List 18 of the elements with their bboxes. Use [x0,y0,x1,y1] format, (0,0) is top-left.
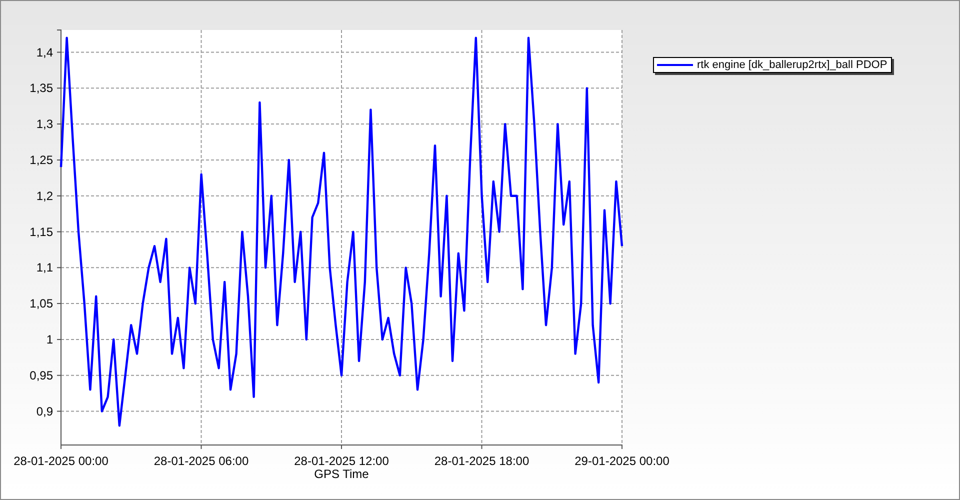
y-tick-label: 0,9 [36,404,53,418]
y-tick-label: 1,1 [36,260,53,275]
y-tick-label: 1,15 [30,224,53,239]
y-tick-label: 0,95 [30,368,53,382]
x-tick-label: 28-01-2025 06:00 [154,454,249,468]
y-tick-label: 1,35 [30,81,53,96]
y-tick-label: 1,3 [36,117,53,132]
y-tick-label: 1,05 [30,296,53,311]
y-tick-label: 1,4 [36,45,53,60]
x-tick-label: 28-01-2025 18:00 [434,454,530,468]
y-tick-label: 1,2 [36,188,53,203]
x-tick-label: 28-01-2025 00:00 [14,454,108,468]
y-tick-label: 1 [46,332,53,346]
legend-label: rtk engine [dk_ballerup2rtx]_ball PDOP [697,59,888,71]
x-axis-title: GPS Time [314,467,369,481]
y-tick-label: 1,25 [30,152,53,167]
x-tick-label: 28-01-2025 12:00 [294,454,389,468]
x-tick-label: 29-01-2025 00:00 [574,454,670,468]
